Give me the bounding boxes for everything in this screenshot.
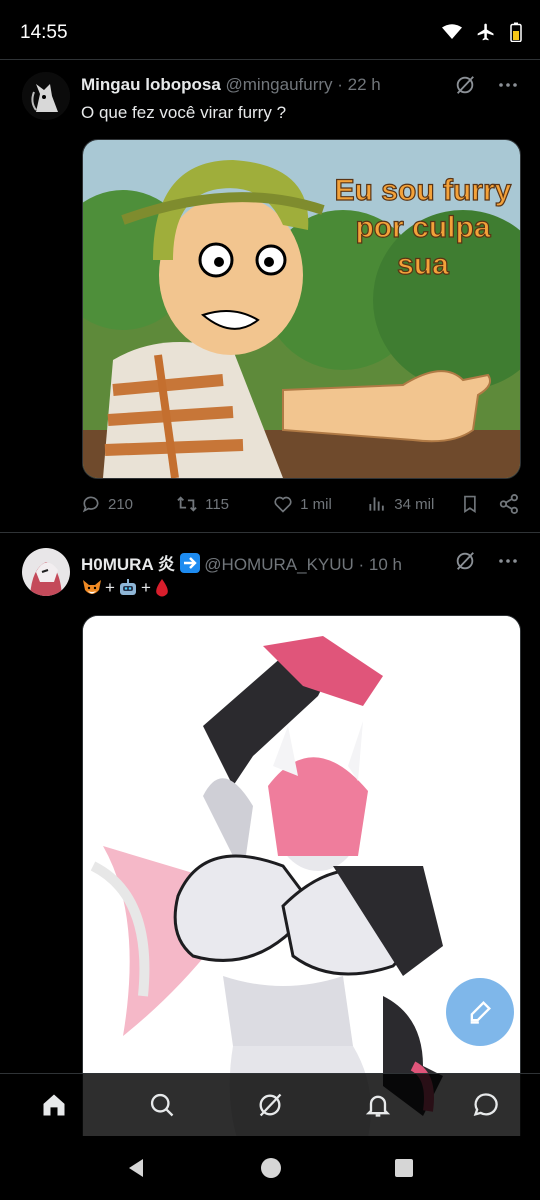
views-count: 34 mil	[394, 495, 435, 513]
views-icon	[369, 497, 385, 511]
compose-button[interactable]	[446, 978, 514, 1046]
reply-count: 210	[108, 495, 134, 513]
retweet-count: 115	[205, 495, 230, 513]
grok-nav-icon[interactable]	[256, 1091, 284, 1119]
messages-icon[interactable]	[472, 1091, 500, 1119]
heart-icon	[274, 496, 292, 513]
handle[interactable]: @mingaufurry	[226, 75, 333, 94]
like-button[interactable]: 1 mil	[273, 494, 367, 514]
retweet-icon	[177, 496, 197, 512]
views-button[interactable]: 34 mil	[367, 494, 460, 514]
status-time: 14:55	[20, 22, 68, 43]
timestamp[interactable]: · 10 h	[359, 555, 402, 574]
retweet-button[interactable]: 115	[176, 494, 273, 514]
tweet-text: + +	[81, 577, 171, 599]
airplane-icon	[477, 23, 494, 41]
more-icon[interactable]	[498, 75, 518, 95]
blood-drop-emoji-icon	[156, 579, 168, 597]
tweet-text: O que fez você virar furry ?	[81, 103, 287, 122]
compose-icon	[470, 1001, 491, 1024]
display-name[interactable]: H0MURA 炎	[81, 555, 175, 574]
fox-emoji-icon	[83, 580, 101, 594]
share-icon[interactable]	[498, 493, 520, 515]
avatar[interactable]	[22, 548, 70, 596]
bookmark-icon[interactable]	[460, 493, 480, 515]
like-count: 1 mil	[300, 495, 332, 513]
reply-button[interactable]: 210	[81, 494, 176, 514]
battery-icon	[510, 22, 522, 42]
home-icon[interactable]	[40, 1091, 68, 1119]
reply-icon	[82, 496, 99, 513]
tweet-homura[interactable]: H0MURA 炎 @HOMURA_KYUU · 10 h + +	[0, 533, 540, 1157]
search-icon[interactable]	[148, 1091, 176, 1119]
android-nav-bar	[0, 1136, 540, 1200]
timestamp[interactable]: · 22 h	[337, 75, 380, 94]
plus-sign: +	[140, 578, 151, 597]
recents-icon[interactable]	[393, 1157, 415, 1179]
handle[interactable]: @HOMURA_KYUU	[204, 555, 354, 574]
grok-icon[interactable]	[454, 74, 476, 96]
plus-sign: +	[105, 578, 115, 597]
grok-icon[interactable]	[454, 550, 476, 572]
tweet-image[interactable]: Eu sou furry por culpa sua	[82, 139, 521, 479]
avatar[interactable]	[22, 72, 70, 120]
tweet-mingau[interactable]: Mingau loboposa @mingaufurry · 22 h O qu…	[0, 60, 540, 532]
media-caption-line-3: sua	[397, 248, 449, 281]
status-icons	[442, 22, 522, 42]
status-bar: 14:55	[0, 0, 540, 64]
media-caption-line-2: por culpa	[355, 211, 490, 244]
arrow-emoji-icon	[179, 553, 200, 573]
display-name[interactable]: Mingau loboposa	[81, 75, 221, 94]
wifi-icon	[442, 24, 462, 39]
more-icon[interactable]	[498, 551, 518, 571]
back-icon[interactable]	[125, 1156, 149, 1180]
home-button-icon[interactable]	[259, 1156, 283, 1180]
tweet-actions: 210 115 1 mil 34 mil	[81, 493, 520, 515]
robot-emoji-icon	[119, 579, 136, 595]
notifications-icon[interactable]	[364, 1091, 392, 1119]
media-caption-line-1: Eu sou furry	[335, 174, 512, 207]
bottom-nav	[0, 1073, 540, 1136]
